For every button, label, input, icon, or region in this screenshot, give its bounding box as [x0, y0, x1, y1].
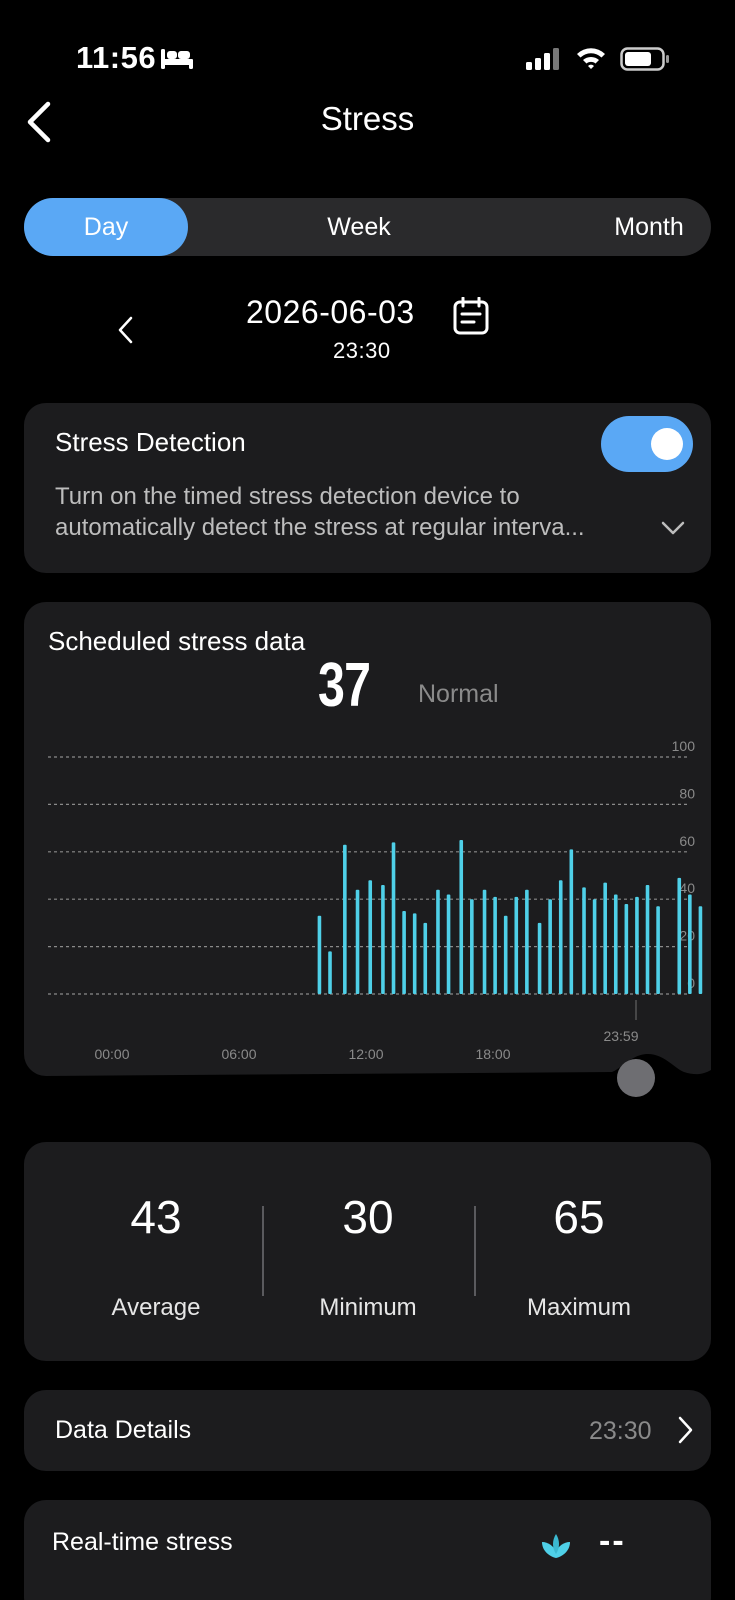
chart-bar [446, 894, 451, 994]
chart-bar [317, 915, 322, 994]
y-tick-label: 60 [679, 833, 695, 849]
minimum-value: 30 [342, 1191, 394, 1243]
chart-bar [525, 889, 529, 994]
chart-bar [402, 911, 406, 994]
chart-bar [514, 896, 519, 994]
chart-bar [613, 894, 618, 994]
chart-bar [493, 896, 497, 994]
x-tick-label: 18:00 [475, 1046, 510, 1062]
chart-bar [582, 887, 586, 994]
chart-bar [328, 951, 332, 994]
minimum-label: Minimum [319, 1294, 417, 1321]
chart-bar [569, 849, 574, 994]
chart-bar [343, 844, 347, 994]
cursor-time-label: 23:59 [603, 1028, 638, 1044]
average-value: 43 [130, 1191, 182, 1243]
chart-bar [548, 899, 552, 994]
chart-bar [355, 889, 360, 994]
x-tick-label: 06:00 [221, 1046, 256, 1062]
chart-bar [698, 906, 703, 994]
maximum-label: Maximum [526, 1294, 631, 1321]
maximum-value: 65 [553, 1191, 605, 1243]
chart-bar [656, 906, 660, 994]
chart-bar [368, 880, 373, 994]
chart-scrub-handle[interactable] [617, 1059, 655, 1097]
chart-bar [558, 880, 563, 994]
chart-bar [412, 913, 417, 994]
data-details-time: 23:30 [589, 1417, 652, 1445]
average-label: Average [111, 1294, 201, 1321]
chart-bar [381, 884, 385, 994]
data-details-label: Data Details [55, 1416, 192, 1444]
chart-bar [482, 889, 487, 994]
data-details-row[interactable]: Data Details 23:30 [24, 1390, 711, 1471]
y-tick-label: 20 [679, 928, 695, 944]
stress-chart[interactable]: 10080604020000:0006:0012:0018:0023:59 [0, 0, 735, 1110]
y-tick-label: 40 [679, 880, 695, 896]
leaf-icon [542, 1534, 570, 1558]
stress-summary-card: 43 Average 30 Minimum 65 Maximum [24, 1142, 711, 1361]
chart-bar [391, 842, 396, 994]
chart-bar [470, 899, 474, 994]
realtime-stress-card: Real-time stress -- [24, 1500, 711, 1600]
x-tick-label: 00:00 [94, 1046, 129, 1062]
realtime-stress-value: -- [599, 1522, 626, 1560]
realtime-stress-label: Real-time stress [52, 1528, 233, 1556]
chart-bar [688, 894, 692, 994]
y-tick-label: 80 [679, 785, 695, 801]
chart-bar [436, 889, 440, 994]
chart-bar [503, 915, 508, 994]
chart-bar [677, 877, 682, 994]
chart-bar [423, 922, 428, 994]
chart-bar [624, 903, 629, 994]
chart-bar [592, 899, 597, 994]
chart-bar [537, 922, 542, 994]
y-tick-label: 100 [672, 738, 696, 754]
chart-bar [645, 884, 650, 994]
chevron-right-icon [678, 1416, 693, 1444]
x-tick-label: 12:00 [348, 1046, 383, 1062]
chart-bar [459, 839, 464, 994]
chart-bar [603, 882, 607, 994]
